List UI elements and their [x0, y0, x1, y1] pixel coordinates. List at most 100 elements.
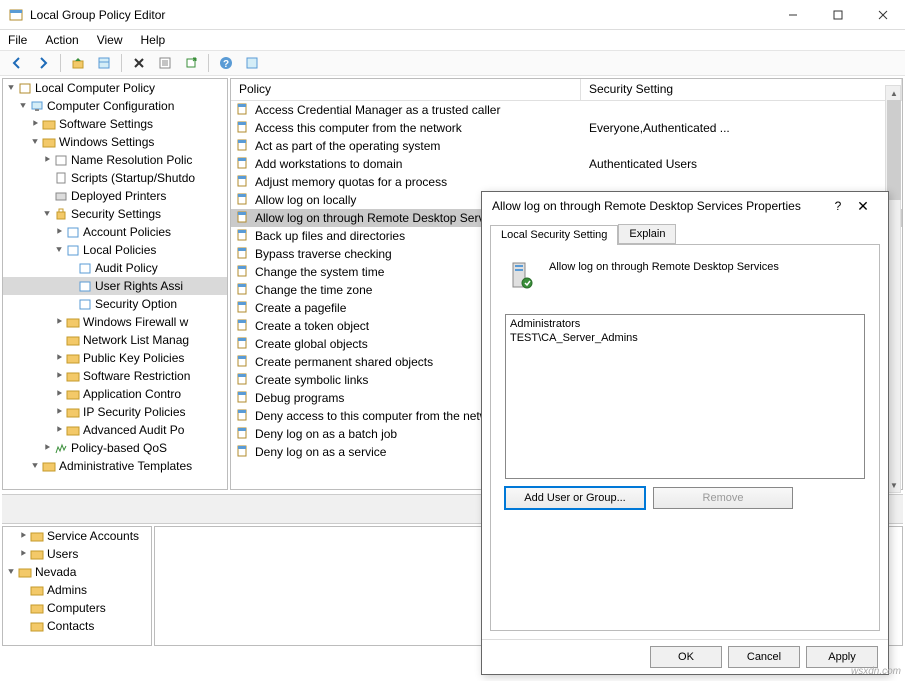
- refresh-button[interactable]: [241, 52, 263, 74]
- lower-tree-item[interactable]: Admins: [3, 581, 151, 599]
- help-icon[interactable]: ?: [828, 199, 848, 213]
- close-button[interactable]: [860, 0, 905, 30]
- tree-wfw[interactable]: Windows Firewall w: [83, 315, 188, 329]
- tree-ap[interactable]: Account Policies: [83, 225, 171, 239]
- tree-qos[interactable]: Policy-based QoS: [71, 441, 167, 455]
- policy-item-icon: [235, 408, 251, 424]
- col-setting[interactable]: Security Setting: [581, 79, 902, 100]
- tree-audit[interactable]: Audit Policy: [95, 261, 158, 275]
- policy-item-icon: [235, 444, 251, 460]
- tree-root[interactable]: Local Computer Policy: [35, 81, 155, 95]
- policy-item-icon: [235, 390, 251, 406]
- policy-setting: Authenticated Users: [581, 157, 902, 171]
- policy-name: Act as part of the operating system: [255, 139, 581, 153]
- delete-button[interactable]: [128, 52, 150, 74]
- tree-so[interactable]: Security Option: [95, 297, 177, 311]
- dialog-footer: OK Cancel Apply: [482, 639, 888, 674]
- tree-nrp[interactable]: Name Resolution Polic: [71, 153, 192, 167]
- menu-file[interactable]: File: [8, 33, 27, 47]
- tree-ura[interactable]: User Rights Assi: [95, 279, 183, 293]
- policy-item-icon: [235, 318, 251, 334]
- cancel-button[interactable]: Cancel: [728, 646, 800, 668]
- tab-explain[interactable]: Explain: [618, 224, 676, 244]
- tree-ss[interactable]: Software Settings: [59, 117, 153, 131]
- policy-item-icon: [235, 192, 251, 208]
- properties-dialog: Allow log on through Remote Desktop Serv…: [481, 191, 889, 675]
- member-item[interactable]: TEST\CA_Server_Admins: [510, 331, 860, 345]
- lower-tree[interactable]: ⯈Service Accounts⯈Users⯆Nevada Admins Comp…: [2, 526, 152, 646]
- member-item[interactable]: Administrators: [510, 317, 860, 331]
- policy-item-icon: [235, 102, 251, 118]
- minimize-button[interactable]: [770, 0, 815, 30]
- lower-tree-item[interactable]: Computers: [3, 599, 151, 617]
- policy-name: Adjust memory quotas for a process: [255, 175, 581, 189]
- policy-item-icon: [235, 264, 251, 280]
- policy-item-icon: [235, 282, 251, 298]
- dialog-close-button[interactable]: ✕: [848, 198, 878, 215]
- policy-row[interactable]: Access this computer from the networkEve…: [231, 119, 902, 137]
- policy-setting: Everyone,Authenticated ...: [581, 121, 902, 135]
- properties-button[interactable]: [154, 52, 176, 74]
- lower-tree-item[interactable]: ⯈Users: [3, 545, 151, 563]
- lower-tree-label: Computers: [47, 601, 106, 615]
- tree-sec[interactable]: Security Settings: [71, 207, 161, 221]
- show-hide-button[interactable]: [93, 52, 115, 74]
- tree-dp[interactable]: Deployed Printers: [71, 189, 166, 203]
- tree-scripts[interactable]: Scripts (Startup/Shutdo: [71, 171, 195, 185]
- dialog-titlebar[interactable]: Allow log on through Remote Desktop Serv…: [482, 192, 888, 220]
- tree-srp[interactable]: Software Restriction: [83, 369, 190, 383]
- add-user-group-button[interactable]: Add User or Group...: [505, 487, 645, 509]
- policy-item-icon: [235, 120, 251, 136]
- lower-tree-label: Admins: [47, 583, 87, 597]
- menu-action[interactable]: Action: [45, 33, 78, 47]
- tree-nlm[interactable]: Network List Manag: [83, 333, 189, 347]
- scroll-up-icon[interactable]: ▲: [886, 86, 902, 100]
- tree-appc[interactable]: Application Contro: [83, 387, 181, 401]
- policy-row[interactable]: Add workstations to domainAuthenticated …: [231, 155, 902, 173]
- tree-lp[interactable]: Local Policies: [83, 243, 156, 257]
- tab-local-security[interactable]: Local Security Setting: [490, 225, 618, 245]
- col-policy[interactable]: Policy: [231, 79, 581, 100]
- toolbar: ?: [0, 50, 905, 76]
- scroll-thumb[interactable]: [887, 100, 901, 200]
- list-header: Policy Security Setting: [231, 79, 902, 101]
- policy-item-icon: [235, 138, 251, 154]
- dialog-tabs: Local Security Setting Explain: [482, 220, 888, 244]
- menu-view[interactable]: View: [97, 33, 123, 47]
- app-icon: [8, 7, 24, 23]
- lower-tree-item[interactable]: Contacts: [3, 617, 151, 635]
- members-listbox[interactable]: AdministratorsTEST\CA_Server_Admins: [505, 314, 865, 479]
- policy-icon: [17, 80, 33, 96]
- tree-ws[interactable]: Windows Settings: [59, 135, 154, 149]
- tree-aap[interactable]: Advanced Audit Po: [83, 423, 184, 437]
- tree-ipsec[interactable]: IP Security Policies: [83, 405, 186, 419]
- lower-tree-item[interactable]: ⯈Service Accounts: [3, 527, 151, 545]
- policy-item-icon: [235, 210, 251, 226]
- lower-tree-label: Nevada: [35, 565, 76, 579]
- back-button[interactable]: [6, 52, 28, 74]
- navigation-tree[interactable]: ⯆Local Computer Policy ⯆Computer Configu…: [2, 78, 228, 490]
- policy-row[interactable]: Adjust memory quotas for a process: [231, 173, 902, 191]
- policy-item-icon: [235, 228, 251, 244]
- remove-button[interactable]: Remove: [653, 487, 793, 509]
- lower-tree-label: Contacts: [47, 619, 94, 633]
- ok-button[interactable]: OK: [650, 646, 722, 668]
- computer-icon: [29, 98, 45, 114]
- policy-row[interactable]: Access Credential Manager as a trusted c…: [231, 101, 902, 119]
- policy-item-icon: [235, 336, 251, 352]
- lower-tree-item[interactable]: ⯆Nevada: [3, 563, 151, 581]
- tree-cc[interactable]: Computer Configuration: [47, 99, 174, 113]
- tree-at[interactable]: Administrative Templates: [59, 459, 192, 473]
- folder-icon: [29, 582, 45, 598]
- policy-name: Access Credential Manager as a trusted c…: [255, 103, 581, 117]
- up-button[interactable]: [67, 52, 89, 74]
- policy-name-label: Allow log on through Remote Desktop Serv…: [549, 259, 779, 273]
- maximize-button[interactable]: [815, 0, 860, 30]
- forward-button[interactable]: [32, 52, 54, 74]
- help-button[interactable]: ?: [215, 52, 237, 74]
- export-button[interactable]: [180, 52, 202, 74]
- policy-row[interactable]: Act as part of the operating system: [231, 137, 902, 155]
- menu-help[interactable]: Help: [141, 33, 166, 47]
- tree-pkp[interactable]: Public Key Policies: [83, 351, 184, 365]
- apply-button[interactable]: Apply: [806, 646, 878, 668]
